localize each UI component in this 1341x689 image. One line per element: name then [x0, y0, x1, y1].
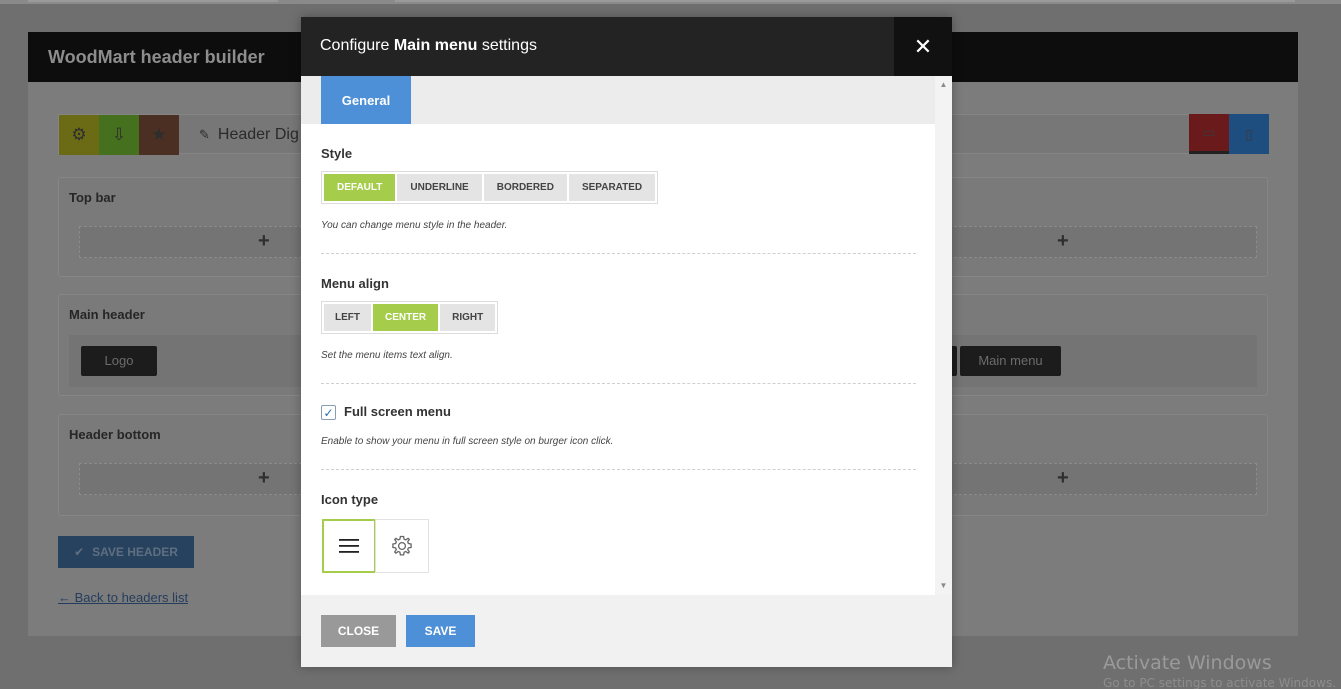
style-title: Style — [321, 146, 353, 161]
icon-type-section: Icon type — [321, 492, 916, 507]
tab-general[interactable]: General — [321, 76, 411, 124]
add-element-button[interactable]: + — [258, 230, 270, 253]
check-icon: ✔ — [74, 545, 85, 559]
full-screen-label: Full screen menu — [344, 404, 451, 419]
style-option-separated[interactable]: SEPARATED — [568, 174, 656, 201]
header-name-text: Header Dig — [217, 126, 299, 143]
icon-type-title: Icon type — [321, 492, 379, 507]
style-option-bordered[interactable]: BORDERED — [483, 174, 567, 201]
save-button[interactable]: SAVE — [406, 615, 475, 647]
full-screen-description: Enable to show your menu in full screen … — [321, 436, 614, 447]
icon-type-gear-option[interactable] — [375, 519, 429, 573]
add-element-button[interactable]: + — [1057, 230, 1069, 253]
style-description: You can change menu style in the header. — [321, 220, 508, 231]
settings-gear-button[interactable]: ⚙ — [59, 115, 99, 155]
menu-align-options: LEFT CENTER RIGHT — [321, 301, 499, 334]
section-divider — [321, 383, 916, 384]
style-section: Style — [321, 146, 916, 161]
section-divider — [321, 469, 916, 470]
save-header-button[interactable]: ✔ SAVE HEADER — [58, 536, 194, 568]
favorite-star-button[interactable]: ★ — [139, 115, 179, 155]
add-element-button[interactable]: + — [1057, 467, 1069, 490]
scroll-up-arrow-icon[interactable]: ▲ — [935, 79, 952, 91]
modal-title: Configure Main menu settings — [320, 37, 537, 54]
background-top-strip — [0, 0, 1341, 4]
scroll-down-arrow-icon[interactable]: ▼ — [935, 580, 952, 592]
activate-windows-subtitle: Go to PC settings to activate Windows. — [1103, 676, 1337, 689]
hamburger-icon — [339, 539, 359, 553]
back-to-headers-link[interactable]: ← Back to headers list — [58, 590, 188, 605]
icon-type-hamburger-option[interactable] — [322, 519, 376, 573]
gear-icon — [392, 535, 412, 556]
mobile-view-button[interactable]: ▯ — [1229, 114, 1269, 154]
menu-align-section: Menu align — [321, 276, 916, 291]
align-option-right[interactable]: RIGHT — [440, 304, 496, 331]
modal-scrollbar[interactable]: ▲ ▼ — [935, 76, 952, 595]
menu-settings-modal: Configure Main menu settings ✕ General S… — [301, 17, 952, 667]
main-menu-element[interactable]: Main menu — [960, 346, 1061, 376]
desktop-view-button[interactable]: ▭ — [1189, 114, 1229, 154]
add-element-button[interactable]: + — [258, 467, 270, 490]
row-title: Main header — [69, 307, 145, 322]
menu-align-description: Set the menu items text align. — [321, 350, 453, 361]
style-option-default[interactable]: DEFAULT — [324, 174, 396, 201]
header-name-field[interactable]: ✎ Header Dig — [199, 126, 299, 144]
style-options: DEFAULT UNDERLINE BORDERED SEPARATED — [321, 171, 659, 204]
row-title: Top bar — [69, 190, 116, 205]
modal-header: Configure Main menu settings ✕ — [301, 17, 952, 76]
close-button[interactable]: CLOSE — [321, 615, 396, 647]
row-title: Header bottom — [69, 427, 161, 442]
menu-align-title: Menu align — [321, 276, 389, 291]
full-screen-checkbox[interactable]: ✓ — [321, 405, 336, 420]
close-icon[interactable]: ✕ — [894, 17, 952, 76]
modal-tabs: General — [301, 76, 935, 124]
import-button[interactable]: ⇩ — [99, 115, 139, 155]
style-option-underline[interactable]: UNDERLINE — [397, 174, 482, 201]
logo-element[interactable]: Logo — [81, 346, 157, 376]
modal-body: General Style DEFAULT UNDERLINE BORDERED… — [301, 76, 952, 595]
section-divider — [321, 253, 916, 254]
modal-footer: CLOSE SAVE — [301, 595, 952, 667]
align-option-left[interactable]: LEFT — [324, 304, 371, 331]
pencil-icon: ✎ — [199, 127, 210, 142]
activate-windows-title: Activate Windows — [1103, 652, 1272, 674]
align-option-center[interactable]: CENTER — [373, 304, 439, 331]
